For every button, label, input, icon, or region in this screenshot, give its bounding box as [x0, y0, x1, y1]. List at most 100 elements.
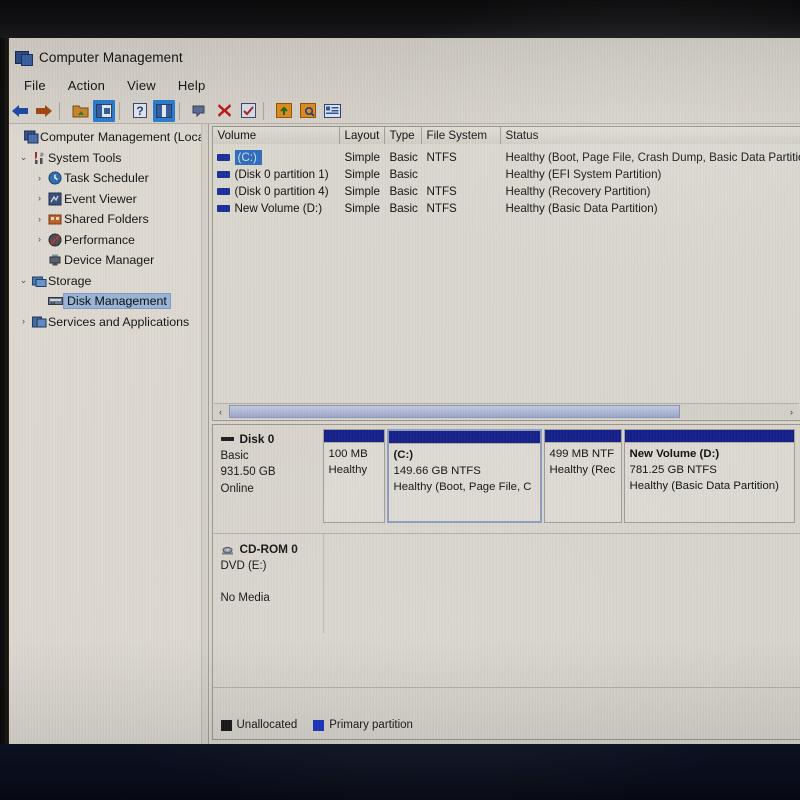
table-row[interactable]: New Volume (D:) Simple Basic NTFS Health…	[213, 200, 800, 217]
partition-bar	[624, 430, 794, 443]
graphical-disk-view[interactable]: Disk 0 Basic 931.50 GB Online 100 MB Hea…	[211, 424, 800, 740]
scroll-left-icon[interactable]: ‹	[214, 405, 228, 419]
disk-management-pane: Volume Layout Type File System Status (C…	[208, 124, 800, 744]
chevron-right-icon[interactable]: ›	[33, 235, 46, 244]
properties-icon[interactable]	[189, 100, 211, 122]
partition-status: Healthy (Rec	[549, 464, 616, 476]
partition-efi[interactable]: 100 MB Healthy	[322, 429, 385, 523]
list-view-icon[interactable]	[321, 100, 343, 122]
tree-item-event-viewer[interactable]: › Event Viewer	[5, 189, 201, 210]
volume-file-system: NTFS	[426, 185, 457, 198]
partition-size: 100 MB	[328, 448, 368, 460]
tree-item-task-scheduler[interactable]: › Task Scheduler	[5, 168, 201, 189]
disk-name: Disk 0	[239, 432, 275, 446]
partition-d[interactable]: New Volume (D:) 781.25 GB NTFS Healthy (…	[623, 429, 795, 523]
forward-icon[interactable]	[33, 100, 55, 122]
legend-item-primary-partition: Primary partition	[313, 719, 413, 731]
refresh-icon[interactable]	[237, 100, 259, 122]
help-icon[interactable]: ?	[129, 100, 151, 122]
chevron-down-icon[interactable]: ⌄	[17, 153, 30, 162]
menu-file[interactable]: File	[13, 76, 57, 95]
up-folder-icon[interactable]	[69, 100, 91, 122]
back-icon[interactable]	[9, 100, 31, 122]
monitor-bezel-left	[0, 38, 9, 744]
legend-swatch-primary-partition	[313, 719, 325, 731]
disk-info-panel: Disk 0 Basic 931.50 GB Online	[220, 431, 325, 497]
chevron-right-icon[interactable]: ›	[33, 214, 46, 224]
partition-recovery[interactable]: 499 MB NTF Healthy (Rec	[543, 429, 622, 523]
volume-file-system: NTFS	[426, 202, 457, 215]
tree-item-label: Performance	[64, 232, 135, 247]
table-row[interactable]: (C:) Simple Basic NTFS Healthy (Boot, Pa…	[213, 149, 800, 166]
volume-list[interactable]: Volume Layout Type File System Status (C…	[211, 126, 800, 421]
volume-type: Basic	[389, 185, 418, 198]
column-header-status[interactable]: Status	[500, 127, 800, 144]
tree-item-label: Services and Applications	[48, 314, 190, 329]
tree-item-services-and-applications[interactable]: › Services and Applications	[5, 312, 201, 333]
delete-icon[interactable]	[213, 100, 235, 122]
export-list-icon[interactable]	[273, 100, 295, 122]
tree-item-label: Storage	[48, 273, 92, 288]
legend-label: Unallocated	[236, 719, 298, 731]
table-row[interactable]: (Disk 0 partition 1) Simple Basic Health…	[213, 166, 800, 183]
system-tools-icon	[30, 151, 48, 165]
volume-layout: Simple	[344, 151, 380, 164]
show-hide-console-tree-icon[interactable]	[93, 99, 115, 122]
disk-status: Online	[220, 482, 254, 495]
volume-name: (C:)	[234, 150, 262, 165]
tree-item-device-manager[interactable]: Device Manager	[5, 250, 201, 271]
tree-item-performance[interactable]: › Performance	[5, 230, 201, 251]
monitor-bezel-bottom	[0, 742, 800, 800]
volume-name: New Volume (D:)	[234, 202, 323, 215]
monitor-bezel-top	[0, 0, 800, 40]
volume-status: Healthy (Boot, Page File, Crash Dump, Ba…	[505, 151, 800, 164]
volume-color-chip	[216, 171, 230, 178]
table-row[interactable]: (Disk 0 partition 4) Simple Basic NTFS H…	[213, 183, 800, 200]
cdrom-panel-divider	[322, 533, 324, 633]
menu-view[interactable]: View	[116, 76, 167, 95]
column-header-type[interactable]: Type	[384, 127, 422, 144]
chevron-down-icon[interactable]: ⌄	[17, 276, 30, 285]
disk-row-disk-0[interactable]: Disk 0 Basic 931.50 GB Online 100 MB Hea…	[213, 425, 800, 533]
chevron-right-icon[interactable]: ›	[17, 317, 30, 326]
tree-item-label: Task Scheduler	[64, 171, 149, 186]
device-manager-icon	[46, 253, 64, 267]
column-header-layout[interactable]: Layout	[339, 127, 385, 144]
window-title: Computer Management	[39, 49, 183, 65]
tree-item-storage[interactable]: ⌄ Storage	[5, 271, 201, 292]
scrollbar-thumb[interactable]	[228, 405, 680, 418]
toolbar-separator-2	[119, 101, 125, 120]
toolbar: ?	[5, 98, 800, 124]
shared-folders-icon	[46, 212, 64, 226]
disk-row-cdrom-0[interactable]: CD-ROM 0 DVD (E:) No Media	[213, 533, 800, 683]
pane-splitter[interactable]	[200, 124, 209, 744]
task-scheduler-icon	[46, 171, 64, 185]
scroll-right-icon[interactable]: ›	[785, 405, 799, 419]
toolbar-separator-3	[179, 101, 185, 120]
chevron-right-icon[interactable]: ›	[33, 194, 46, 203]
menu-action[interactable]: Action	[57, 76, 116, 95]
tree-item-label: Disk Management	[64, 294, 170, 309]
tree-item-computer-management-local[interactable]: Computer Management (Local)	[5, 127, 201, 148]
volume-status: Healthy (Recovery Partition)	[505, 185, 651, 198]
column-header-volume[interactable]: Volume	[212, 127, 340, 144]
console-tree[interactable]: Computer Management (Local) ⌄ System Too…	[5, 124, 201, 744]
show-action-pane-icon[interactable]	[153, 99, 175, 122]
partition-c[interactable]: (C:) 149.66 GB NTFS Healthy (Boot, Page …	[386, 429, 542, 523]
scrollbar-track[interactable]	[228, 405, 785, 418]
volume-layout: Simple	[344, 185, 380, 198]
partition-size: 499 MB NTF	[549, 448, 615, 460]
chevron-right-icon[interactable]: ›	[33, 173, 46, 183]
tree-item-shared-folders[interactable]: › Shared Folders	[5, 209, 201, 230]
menu-help[interactable]: Help	[167, 76, 217, 95]
column-header-file-system[interactable]: File System	[421, 127, 501, 144]
tree-item-disk-management[interactable]: Disk Management	[5, 291, 201, 312]
volume-list-horizontal-scrollbar[interactable]: ‹ ›	[213, 403, 799, 419]
screen-area: Computer Management File Action View Hel…	[5, 38, 800, 744]
tree-item-system-tools[interactable]: ⌄ System Tools	[5, 148, 201, 169]
new-window-icon[interactable]	[297, 100, 319, 122]
partition-name: New Volume (D:)	[629, 448, 720, 460]
computer-management-icon	[15, 49, 33, 66]
volume-file-system: NTFS	[426, 151, 457, 164]
volume-status: Healthy (Basic Data Partition)	[505, 202, 658, 215]
